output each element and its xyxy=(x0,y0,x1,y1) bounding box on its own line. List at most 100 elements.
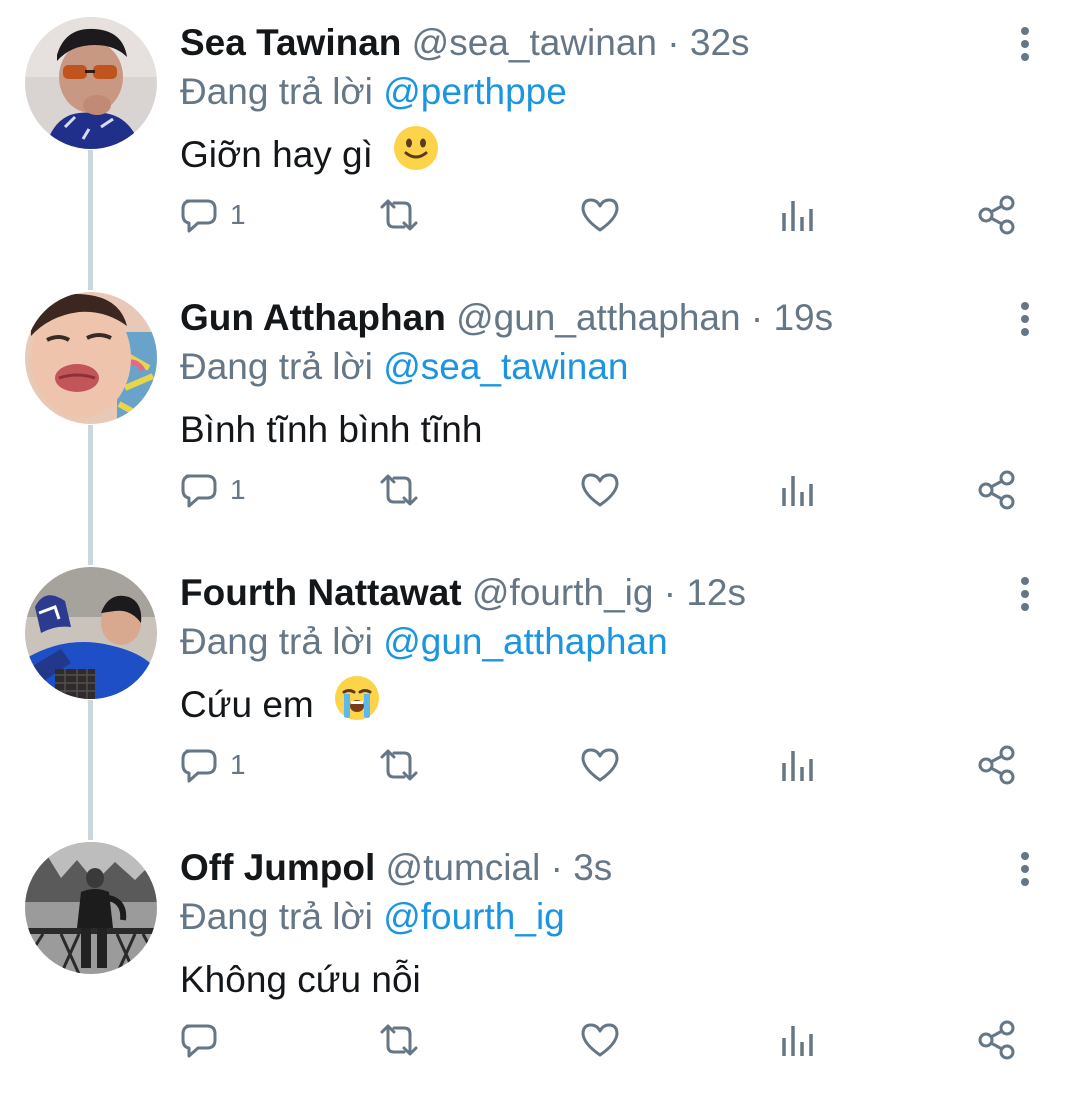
tweet-item[interactable]: Gun Atthaphan @gun_atthaphan · 19s Đang … xyxy=(0,275,1080,565)
tweet-header: Sea Tawinan @sea_tawinan · 32s xyxy=(180,18,750,68)
user-handle[interactable]: @gun_atthaphan xyxy=(456,297,740,338)
like-icon xyxy=(578,743,622,787)
like-icon xyxy=(578,193,622,237)
share-button[interactable] xyxy=(976,193,1018,237)
header-separator: · xyxy=(667,22,680,63)
replying-to-label: Đang trả lời xyxy=(180,621,373,662)
display-name[interactable]: Fourth Nattawat xyxy=(180,572,462,613)
tweet-action-bar xyxy=(178,1018,1038,1062)
timestamp[interactable]: 12s xyxy=(686,572,746,613)
tweet-item[interactable]: Off Jumpol @tumcial · 3s Đang trả lời @f… xyxy=(0,825,1080,1100)
more-options-icon[interactable] xyxy=(1010,297,1040,341)
thread-connector-line xyxy=(88,700,93,840)
tweet-header: Off Jumpol @tumcial · 3s xyxy=(180,843,612,893)
display-name[interactable]: Sea Tawinan xyxy=(180,22,401,63)
replying-to-label: Đang trả lời xyxy=(180,896,373,937)
share-icon xyxy=(976,193,1018,237)
display-name[interactable]: Off Jumpol xyxy=(180,847,375,888)
analytics-icon xyxy=(778,193,818,237)
reply-thread-feed: Sea Tawinan @sea_tawinan · 32s Đang trả … xyxy=(0,0,1080,1090)
retweet-icon xyxy=(376,1018,422,1062)
replying-to-mention[interactable]: @gun_atthaphan xyxy=(383,621,667,662)
reply-count: 1 xyxy=(230,199,246,230)
retweet-icon xyxy=(376,468,422,512)
replying-to-label: Đang trả lời xyxy=(180,346,373,387)
share-button[interactable] xyxy=(976,468,1018,512)
user-handle[interactable]: @sea_tawinan xyxy=(412,22,657,63)
display-name[interactable]: Gun Atthaphan xyxy=(180,297,446,338)
reply-icon xyxy=(178,1018,220,1062)
reply-count: 1 xyxy=(230,474,246,505)
tweet-text: Bình tĩnh bình tĩnh xyxy=(180,405,482,455)
user-handle[interactable]: @fourth_ig xyxy=(472,572,654,613)
replying-to-mention[interactable]: @perthppe xyxy=(383,71,567,112)
avatar[interactable] xyxy=(25,292,157,424)
analytics-button[interactable] xyxy=(778,1018,818,1062)
tweet-action-bar: 1 xyxy=(178,743,1038,787)
analytics-button[interactable] xyxy=(778,193,818,237)
thread-connector-line xyxy=(88,150,93,290)
tweet-item[interactable]: Fourth Nattawat @fourth_ig · 12s Đang tr… xyxy=(0,550,1080,840)
replying-to-mention[interactable]: @fourth_ig xyxy=(383,896,565,937)
loudly-crying-face-emoji-icon xyxy=(334,675,380,734)
tweet-header: Gun Atthaphan @gun_atthaphan · 19s xyxy=(180,293,833,343)
tweet-item[interactable]: Sea Tawinan @sea_tawinan · 32s Đang trả … xyxy=(0,0,1080,290)
analytics-icon xyxy=(778,1018,818,1062)
tweet-header: Fourth Nattawat @fourth_ig · 12s xyxy=(180,568,746,618)
replying-to-line: Đang trả lời @gun_atthaphan xyxy=(180,617,668,667)
header-separator: · xyxy=(750,297,764,338)
replying-to-line: Đang trả lời @perthppe xyxy=(180,67,567,117)
reply-icon xyxy=(178,468,220,512)
retweet-button[interactable] xyxy=(376,743,422,787)
analytics-button[interactable] xyxy=(778,468,818,512)
tweet-text: Không cứu nỗi xyxy=(180,955,421,1005)
like-button[interactable] xyxy=(578,1018,622,1062)
reply-icon xyxy=(178,743,220,787)
retweet-button[interactable] xyxy=(376,193,422,237)
tweet-text: Cứu em xyxy=(180,675,380,730)
share-button[interactable] xyxy=(976,1018,1018,1062)
like-icon xyxy=(578,468,622,512)
header-separator: · xyxy=(550,847,563,888)
reply-icon xyxy=(178,193,220,237)
more-options-icon[interactable] xyxy=(1010,847,1040,891)
replying-to-line: Đang trả lời @sea_tawinan xyxy=(180,342,629,392)
reply-button[interactable]: 1 xyxy=(178,743,246,787)
share-button[interactable] xyxy=(976,743,1018,787)
timestamp[interactable]: 32s xyxy=(690,22,750,63)
header-separator: · xyxy=(663,572,677,613)
thread-connector-line xyxy=(88,425,93,565)
slightly-smiling-face-emoji-icon xyxy=(393,125,439,184)
tweet-text-content: Bình tĩnh bình tĩnh xyxy=(180,409,483,450)
tweet-text-content: Cứu em xyxy=(180,684,314,725)
share-icon xyxy=(976,743,1018,787)
timestamp[interactable]: 19s xyxy=(773,297,833,338)
avatar[interactable] xyxy=(25,567,157,699)
like-button[interactable] xyxy=(578,743,622,787)
tweet-action-bar: 1 xyxy=(178,193,1038,237)
like-button[interactable] xyxy=(578,468,622,512)
user-handle[interactable]: @tumcial xyxy=(386,847,541,888)
reply-count: 1 xyxy=(230,749,246,780)
tweet-text: Giỡn hay gì xyxy=(180,125,439,180)
reply-button[interactable]: 1 xyxy=(178,468,246,512)
like-button[interactable] xyxy=(578,193,622,237)
share-icon xyxy=(976,1018,1018,1062)
analytics-button[interactable] xyxy=(778,743,818,787)
retweet-button[interactable] xyxy=(376,468,422,512)
avatar[interactable] xyxy=(25,17,157,149)
retweet-button[interactable] xyxy=(376,1018,422,1062)
reply-button[interactable] xyxy=(178,1018,230,1062)
analytics-icon xyxy=(778,743,818,787)
share-icon xyxy=(976,468,1018,512)
replying-to-mention[interactable]: @sea_tawinan xyxy=(383,346,628,387)
replying-to-line: Đang trả lời @fourth_ig xyxy=(180,892,565,942)
timestamp[interactable]: 3s xyxy=(573,847,612,888)
tweet-text-content: Giỡn hay gì xyxy=(180,134,373,175)
more-options-icon[interactable] xyxy=(1010,22,1040,66)
reply-button[interactable]: 1 xyxy=(178,193,246,237)
more-options-icon[interactable] xyxy=(1010,572,1040,616)
avatar[interactable] xyxy=(25,842,157,974)
analytics-icon xyxy=(778,468,818,512)
retweet-icon xyxy=(376,743,422,787)
